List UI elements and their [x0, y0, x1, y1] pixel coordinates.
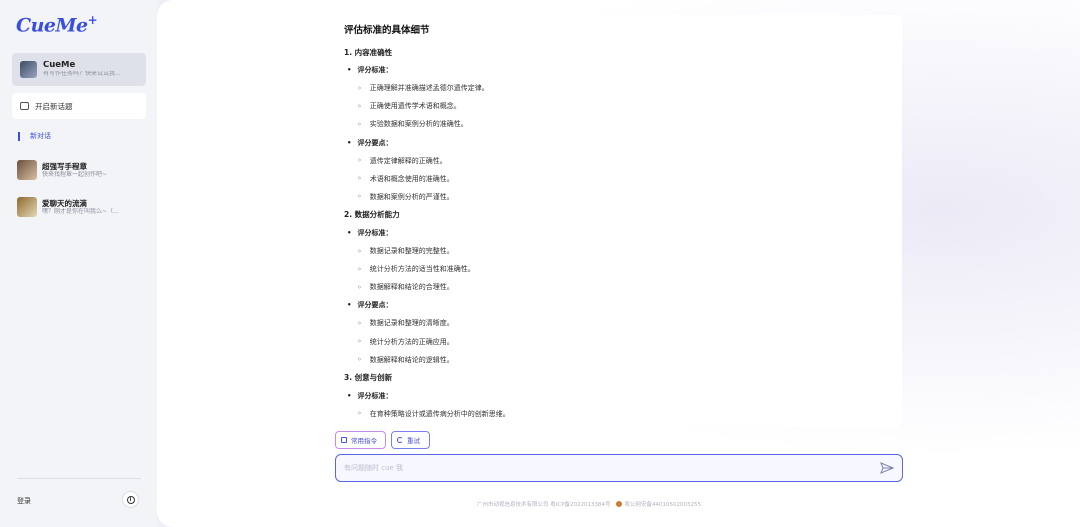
police-badge-icon [615, 501, 622, 507]
refresh-icon [397, 437, 403, 443]
conversation-title: 超强写手程章 [42, 161, 87, 171]
info-button[interactable]: i [122, 491, 139, 508]
section-heading: 1. 内容准确性 [344, 47, 393, 57]
sub-bullet-item: 实验数据和案例分析的准确性。 [344, 115, 892, 133]
sidebar-item-new-dialog[interactable]: 新对话 [18, 131, 51, 141]
police-text[interactable]: 粤公网安备44010502003255 [625, 500, 702, 508]
conversation-avatar [17, 197, 37, 217]
common-commands-button[interactable]: 常用指令 [335, 431, 386, 449]
section-heading: 3. 创意与创新 [344, 373, 393, 383]
conversation-avatar [17, 160, 37, 180]
sub-bullet-item: 在育种策略设计或遗传病分析中的创新思维。 [344, 405, 892, 423]
new-topic-button[interactable]: 开启新话题 [12, 93, 146, 119]
document-body: 1. 内容准确性评分标准：正确理解并准确描述孟德尔遗传定律。正确使用遗传学术语和… [344, 43, 892, 423]
agent-avatar [20, 61, 37, 78]
footer: 广州市动视信息技术有限公司 粤ICP备2022013384号 粤公网安备4401… [477, 500, 701, 508]
sidebar: CueMe+ CueMe 有写作任务吗？快来试试我... 开启新话题 新对话 超… [0, 0, 157, 527]
document-title: 评估标准的具体细节 [344, 25, 430, 36]
sub-bullet-item: 数据解释和结论的逻辑性。 [344, 351, 892, 369]
main-panel: 评估标准的具体细节 1. 内容准确性评分标准：正确理解并准确描述孟德尔遗传定律。… [157, 0, 1080, 527]
message-content: 评估标准的具体细节 1. 内容准确性评分标准：正确理解并准确描述孟德尔遗传定律。… [334, 15, 902, 427]
sub-bullet-item: 数据记录和整理的清晰度。 [344, 314, 892, 332]
sub-bullet-item: 遗传定律解释的正确性。 [344, 152, 892, 170]
send-icon[interactable] [880, 462, 894, 474]
agent-subtitle: 有写作任务吗？快来试试我... [43, 70, 121, 77]
info-icon: i [126, 495, 135, 504]
cueme-logo[interactable]: CueMe+ [16, 13, 98, 36]
bullet-item: 评分标准： [344, 61, 892, 79]
sub-bullet-item: 数据解释和结论的合理性。 [344, 278, 892, 296]
chat-input[interactable] [344, 464, 880, 472]
section-heading: 2. 数据分析能力 [344, 210, 400, 220]
retry-button[interactable]: 重试 [391, 431, 430, 449]
conversation-subtitle: 嘿？刚才是你在叫我么~（... [42, 207, 119, 215]
agent-card-cueme[interactable]: CueMe 有写作任务吗？快来试试我... [12, 53, 146, 86]
bullet-item: 评分标准： [344, 387, 892, 405]
bullet-item: 评分要点： [344, 296, 892, 314]
sub-bullet-item: 正确理解并准确描述孟德尔遗传定律。 [344, 79, 892, 97]
icp-text[interactable]: 广州市动视信息技术有限公司 粤ICP备2022013384号 [477, 500, 611, 508]
login-link[interactable]: 登录 [17, 496, 31, 506]
bullet-item: 评分标准： [344, 224, 892, 242]
sub-bullet-item: 统计分析方法的正确应用。 [344, 333, 892, 351]
agent-name: CueMe [43, 61, 76, 71]
chat-input-box [335, 454, 903, 482]
conversation-title: 爱聊天的流滴 [42, 198, 87, 208]
sub-bullet-item: 统计分析方法的适当性和准确性。 [344, 260, 892, 278]
conversation-subtitle: 快来找程章一起创作吧~ [42, 170, 108, 178]
sub-bullet-item: 数据记录和整理的完整性。 [344, 242, 892, 260]
sub-bullet-item: 数据和案例分析的严谨性。 [344, 188, 892, 206]
command-icon [341, 437, 347, 443]
sub-bullet-item: 正确使用遗传学术语和概念。 [344, 97, 892, 115]
conversation-item[interactable]: 爱聊天的流滴 嘿？刚才是你在叫我么~（... [17, 197, 152, 217]
chat-bubble-icon [20, 102, 29, 110]
sidebar-divider [17, 478, 141, 479]
sub-bullet-item: 术语和概念使用的准确性。 [344, 170, 892, 188]
active-indicator [18, 131, 20, 141]
bullet-item: 评分要点： [344, 133, 892, 151]
conversation-item[interactable]: 超强写手程章 快来找程章一起创作吧~ [17, 160, 152, 180]
